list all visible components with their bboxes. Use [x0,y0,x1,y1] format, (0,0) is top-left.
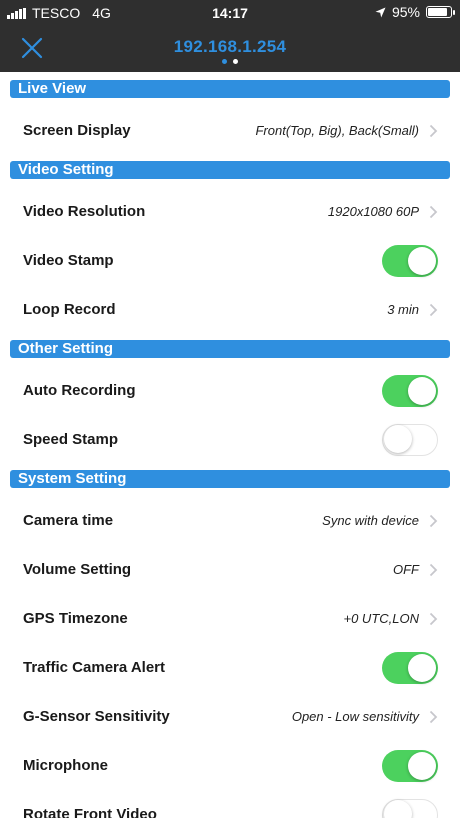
nav-bar: 192.168.1.254 [0,26,460,72]
video-stamp-row: Video Stamp [0,236,460,285]
row-value: Sync with device [322,513,419,528]
section-header-live-view: Live View [10,80,450,98]
row-label: Loop Record [23,301,116,318]
chevron-right-icon [429,205,438,218]
row-label: Traffic Camera Alert [23,659,166,676]
row-label: G-Sensor Sensitivity [23,708,170,725]
row-label: Video Stamp [23,252,114,269]
video-stamp-toggle[interactable] [382,244,438,277]
chevron-right-icon [429,563,438,576]
row-label: Speed Stamp [23,431,119,448]
auto-recording-row: Auto Recording [0,366,460,415]
row-label: Camera time [23,512,114,529]
row-label: Volume Setting [23,561,132,578]
chevron-right-icon [429,514,438,527]
page-dot-active[interactable] [233,59,238,64]
microphone-toggle[interactable] [382,749,438,782]
speed-stamp-row: Speed Stamp [0,415,460,464]
battery-percent: 95% [391,4,420,20]
row-value: Open - Low sensitivity [291,709,419,724]
rotate-front-video-toggle[interactable] [382,798,438,818]
battery-fill [428,8,447,16]
row-value: +0 UTC,LON [343,611,420,626]
toggle-knob [384,800,412,818]
section-header-video-setting: Video Setting [10,161,450,179]
chevron-right-icon [429,303,438,316]
g-sensor-row[interactable]: G-Sensor Sensitivity Open - Low sensitiv… [0,692,460,741]
section-header-system-setting: System Setting [10,470,450,488]
row-value: Front(Top, Big), Back(Small) [255,123,419,138]
settings-list[interactable]: Live View Screen Display Front(Top, Big)… [0,72,460,818]
toggle-knob [408,376,436,405]
row-label: Screen Display [23,122,131,139]
status-bar: TESCO 4G 14:17 95% [0,0,460,26]
traffic-camera-alert-row: Traffic Camera Alert [0,643,460,692]
row-value: OFF [393,562,419,577]
volume-setting-row[interactable]: Volume Setting OFF [0,545,460,594]
page-title: 192.168.1.254 [173,37,287,56]
toggle-knob [408,246,436,275]
loop-record-row[interactable]: Loop Record 3 min [0,285,460,334]
row-label: Rotate Front Video [23,806,157,818]
row-label: Microphone [23,757,108,774]
page-dot[interactable] [222,59,227,64]
row-label: GPS Timezone [23,610,128,627]
gps-timezone-row[interactable]: GPS Timezone +0 UTC,LON [0,594,460,643]
row-value: 1920x1080 60P [327,204,419,219]
camera-time-row[interactable]: Camera time Sync with device [0,496,460,545]
row-label: Video Resolution [23,203,146,220]
row-value: 3 min [387,302,419,317]
section-header-other-setting: Other Setting [10,340,450,358]
toggle-knob [408,751,436,780]
page-indicator [0,59,460,64]
microphone-row: Microphone [0,741,460,790]
auto-recording-toggle[interactable] [382,374,438,407]
battery-icon [426,6,455,18]
toggle-knob [408,653,436,682]
location-arrow-icon [375,7,386,17]
speed-stamp-toggle[interactable] [382,423,438,456]
chevron-right-icon [429,710,438,723]
toggle-knob [384,425,412,453]
traffic-camera-alert-toggle[interactable] [382,651,438,684]
chevron-right-icon [429,612,438,625]
rotate-front-video-row: Rotate Front Video [0,790,460,818]
chevron-right-icon [429,124,438,137]
video-resolution-row[interactable]: Video Resolution 1920x1080 60P [0,187,460,236]
screen-display-row[interactable]: Screen Display Front(Top, Big), Back(Sma… [0,106,460,155]
row-label: Auto Recording [23,382,136,399]
